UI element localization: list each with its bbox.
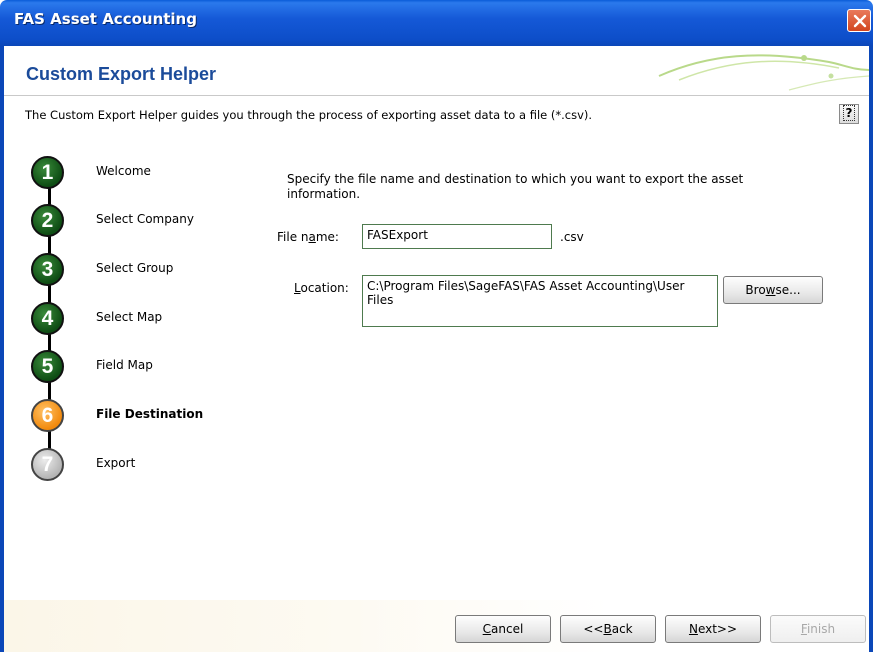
header-divider <box>4 95 869 96</box>
next-label-part: ext>> <box>697 622 738 636</box>
step-4-number-icon: 4 <box>31 302 64 335</box>
step-1-number-icon: 1 <box>31 156 64 189</box>
step-5: 5 Field Map <box>4 350 244 386</box>
back-label-part: ack <box>611 622 633 636</box>
step-5-number-icon: 5 <box>31 350 64 383</box>
browse-button[interactable]: Browse... <box>723 276 823 304</box>
title-bar: FAS Asset Accounting <box>0 0 873 46</box>
step-4: 4 Select Map <box>4 302 244 338</box>
step-5-label: Field Map <box>96 358 153 372</box>
help-button[interactable]: ? <box>839 104 859 124</box>
browse-label-part: Bro <box>745 283 766 297</box>
next-label-accel: N <box>688 622 698 636</box>
step-7: 7 Export <box>4 448 244 484</box>
back-label-part: << <box>583 622 604 636</box>
step-6-label: File Destination <box>96 407 204 421</box>
file-name-label: File name: <box>277 230 339 244</box>
help-icon: ? <box>842 105 856 121</box>
step-2: 2 Select Company <box>4 204 244 240</box>
step-4-label: Select Map <box>96 310 163 324</box>
step-3-number-icon: 3 <box>31 253 64 286</box>
step-7-label: Export <box>96 456 136 470</box>
wizard-footer: Cancel <<Back Next>> Finish <box>4 600 869 652</box>
step-6-number-icon: 6 <box>31 399 64 432</box>
cancel-button[interactable]: Cancel <box>455 615 551 643</box>
file-name-input[interactable]: FASExport <box>362 224 552 249</box>
step-2-number-icon: 2 <box>31 204 64 237</box>
intro-text: The Custom Export Helper guides you thro… <box>25 108 593 122</box>
step-6: 6 File Destination <box>4 399 244 435</box>
next-button[interactable]: Next>> <box>665 615 761 643</box>
window-title: FAS Asset Accounting <box>14 10 197 28</box>
step-1: 1 Welcome <box>4 156 244 192</box>
file-name-label-part: File n <box>277 230 309 244</box>
step-3-label: Select Group <box>96 261 174 275</box>
decorative-swoosh-icon <box>658 54 869 91</box>
browse-label-accel: w <box>765 283 776 297</box>
cancel-label-accel: C <box>482 622 492 636</box>
step-7-number-icon: 7 <box>31 448 64 481</box>
location-input[interactable]: C:\Program Files\SageFAS\FAS Asset Accou… <box>362 275 718 327</box>
close-icon <box>853 14 867 28</box>
wizard-header: Custom Export Helper <box>4 46 869 96</box>
back-label-accel: B <box>603 622 612 636</box>
finish-button: Finish <box>770 615 866 643</box>
dialog-frame: Custom Export Helper The Custom Export H… <box>0 46 873 652</box>
location-label: Location: <box>294 281 349 295</box>
file-name-label-accel: a <box>308 230 316 244</box>
step-2-label: Select Company <box>96 212 194 226</box>
step-3: 3 Select Group <box>4 253 244 289</box>
extension-label: .csv <box>560 230 584 244</box>
back-button[interactable]: <<Back <box>560 615 656 643</box>
browse-label-part: se... <box>775 283 801 297</box>
finish-label-part: inish <box>806 622 836 636</box>
close-button[interactable] <box>847 9 871 32</box>
instruction-text: Specify the file name and destination to… <box>287 172 744 201</box>
location-label-part: ocation: <box>300 281 349 295</box>
cancel-label-part: ancel <box>491 622 524 636</box>
wizard-title: Custom Export Helper <box>26 64 217 84</box>
file-name-label-part: me: <box>315 230 339 244</box>
step-1-label: Welcome <box>96 164 151 178</box>
step-list: 1 Welcome 2 Select Company 3 Select Grou… <box>4 156 264 496</box>
